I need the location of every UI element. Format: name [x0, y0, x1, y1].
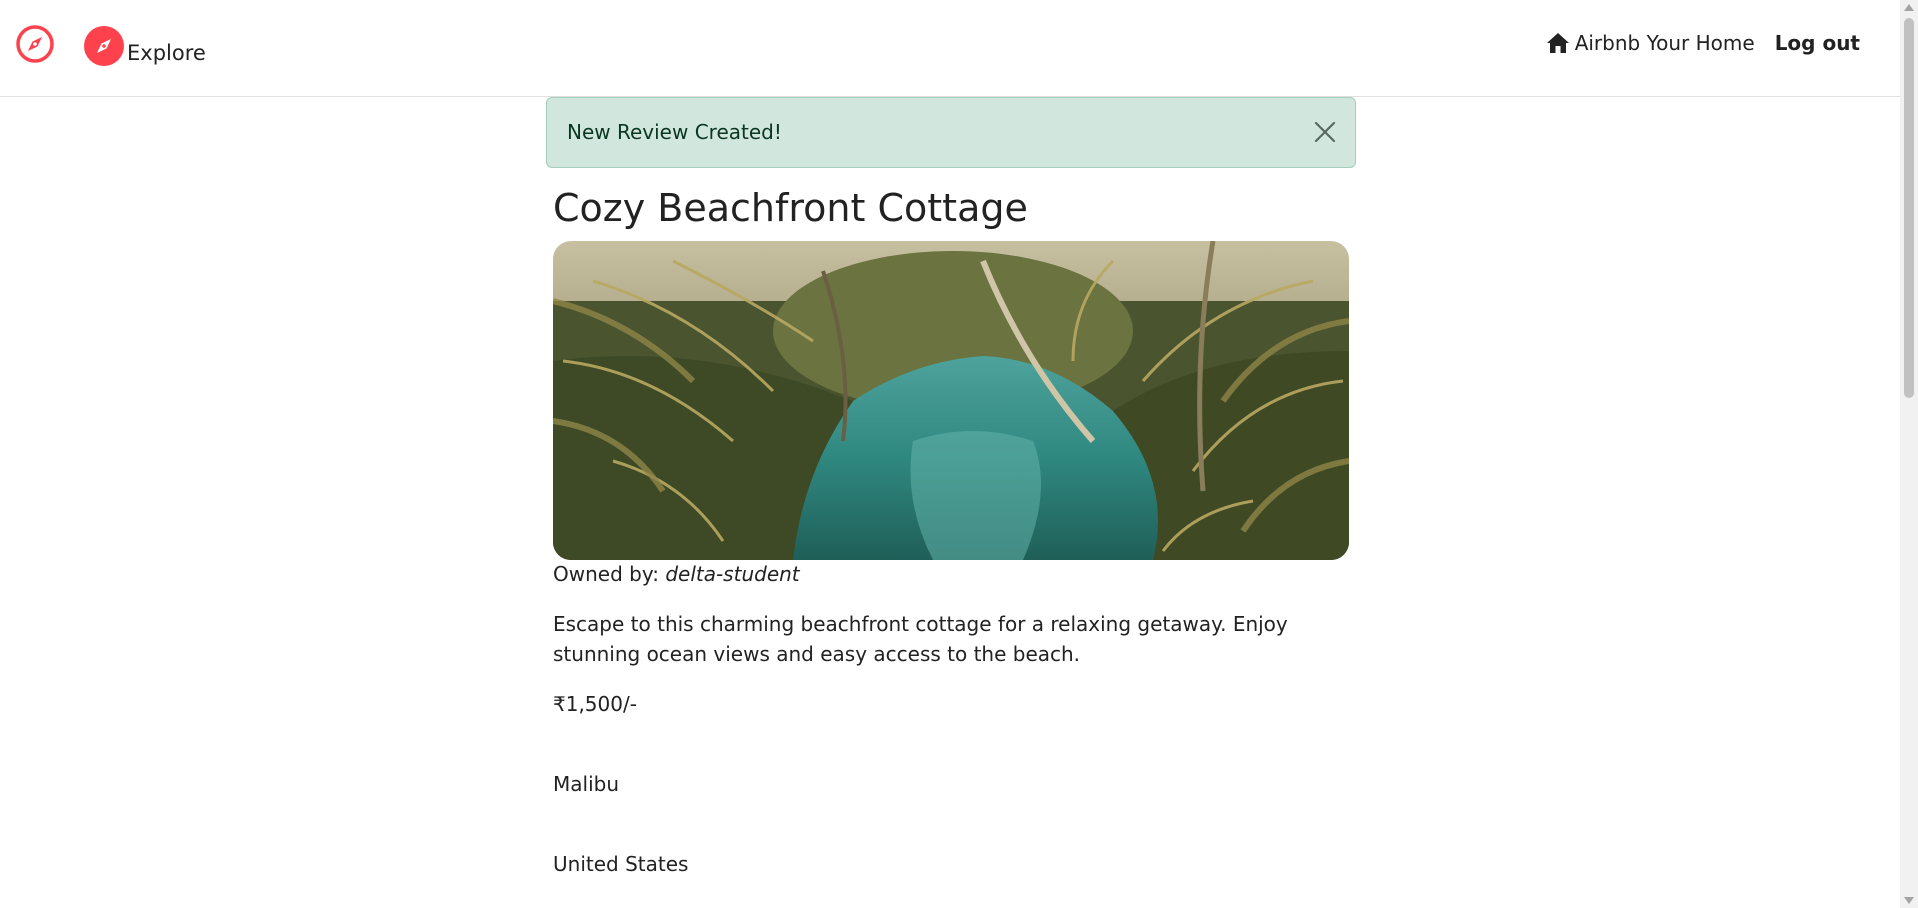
listing-description: Escape to this charming beachfront cotta…: [553, 612, 1288, 666]
nav-explore-link[interactable]: Explore: [84, 26, 206, 66]
navbar: Explore Airbnb Your Home Log out: [0, 0, 1900, 97]
owner-name: delta-student: [665, 562, 800, 586]
compass-icon[interactable]: [15, 24, 55, 64]
airbnb-your-home-label: Airbnb Your Home: [1574, 31, 1755, 55]
house-icon: [1546, 31, 1570, 55]
scroll-down-arrow-icon[interactable]: [1904, 897, 1914, 904]
close-icon[interactable]: [1312, 119, 1338, 145]
nav-explore-label: Explore: [127, 41, 206, 65]
nav-right-group: Airbnb Your Home Log out: [1546, 31, 1860, 55]
logout-link[interactable]: Log out: [1775, 31, 1860, 55]
vertical-scrollbar[interactable]: [1900, 0, 1918, 908]
owner-prefix: Owned by:: [553, 562, 666, 586]
compass-icon: [84, 26, 124, 66]
scroll-thumb[interactable]: [1904, 18, 1914, 398]
listing-owner: Owned by: delta-student: [553, 562, 800, 586]
listing-price: ₹1,500/-: [553, 692, 637, 716]
listing-title: Cozy Beachfront Cottage: [553, 186, 1028, 230]
listing-image: [553, 241, 1349, 560]
alert-message: New Review Created!: [567, 120, 782, 144]
airbnb-your-home-link[interactable]: Airbnb Your Home: [1546, 31, 1755, 55]
success-alert: New Review Created!: [546, 97, 1356, 168]
scroll-up-arrow-icon[interactable]: [1904, 4, 1914, 11]
listing-location: Malibu: [553, 772, 619, 796]
listing-country: United States: [553, 852, 689, 876]
